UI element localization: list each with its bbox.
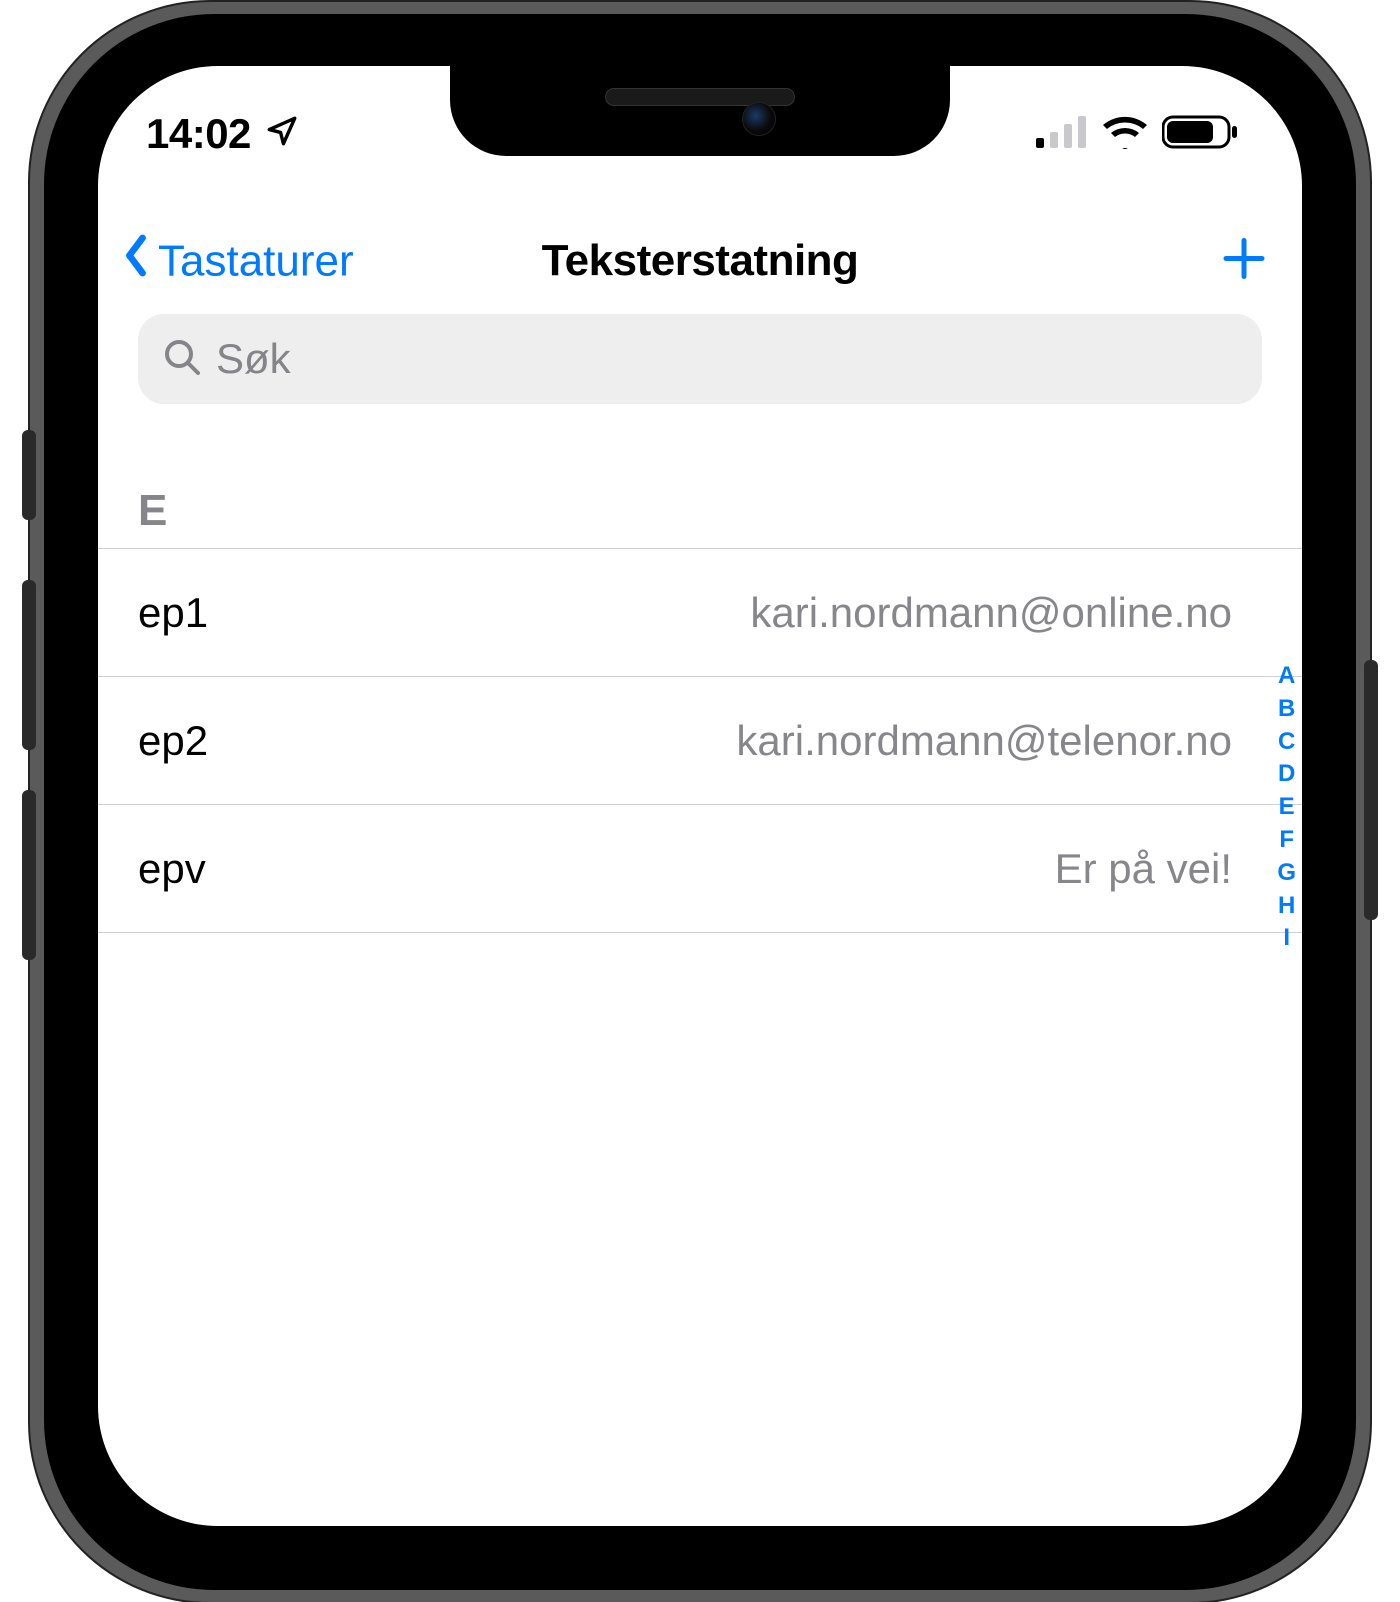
phrase-text: kari.nordmann@telenor.no [736,717,1232,765]
list-item[interactable]: ep1 kari.nordmann@online.no [98,549,1302,677]
section-header: E [98,486,1302,549]
status-time: 14:02 [146,110,251,158]
back-label: Tastaturer [158,236,354,286]
shortcut-text: ep2 [138,717,208,765]
index-letter[interactable]: F [1279,826,1294,855]
wifi-icon [1102,115,1148,154]
index-letter[interactable]: H [1278,892,1295,921]
status-right [1036,114,1238,155]
phrase-text: kari.nordmann@online.no [750,589,1232,637]
screen: 14:02 [98,66,1302,1526]
status-left: 14:02 [146,110,299,158]
list-item[interactable]: epv Er på vei! [98,805,1302,933]
volume-up-button [22,580,36,750]
back-button[interactable]: Tastaturer [120,234,354,289]
battery-icon [1162,114,1238,155]
search-icon [162,337,202,382]
cellular-icon [1036,116,1088,153]
add-button[interactable] [1220,235,1268,288]
index-letter[interactable]: B [1278,695,1295,724]
phrase-text: Er på vei! [1055,845,1232,893]
side-button [1364,660,1378,920]
shortcut-text: epv [138,845,206,893]
status-bar: 14:02 [98,102,1302,166]
page-title: Teksterstatning [542,236,859,286]
nav-bar: Tastaturer Teksterstatning [98,216,1302,306]
chevron-left-icon [120,234,152,289]
search-field[interactable] [138,314,1262,404]
index-letter[interactable]: E [1279,793,1295,822]
list-item[interactable]: ep2 kari.nordmann@telenor.no [98,677,1302,805]
replacement-list: E ep1 kari.nordmann@online.no ep2 kari.n… [98,486,1302,933]
index-letter[interactable]: A [1278,662,1295,691]
shortcut-text: ep1 [138,589,208,637]
index-letter[interactable]: G [1277,859,1296,888]
index-letter[interactable]: C [1278,728,1295,757]
location-icon [265,110,299,158]
volume-down-button [22,790,36,960]
index-letter[interactable]: I [1283,924,1290,953]
mute-switch [22,430,36,520]
section-index[interactable]: A B C D E F G H I [1277,662,1296,953]
search-input[interactable] [216,335,1238,383]
index-letter[interactable]: D [1278,760,1295,789]
